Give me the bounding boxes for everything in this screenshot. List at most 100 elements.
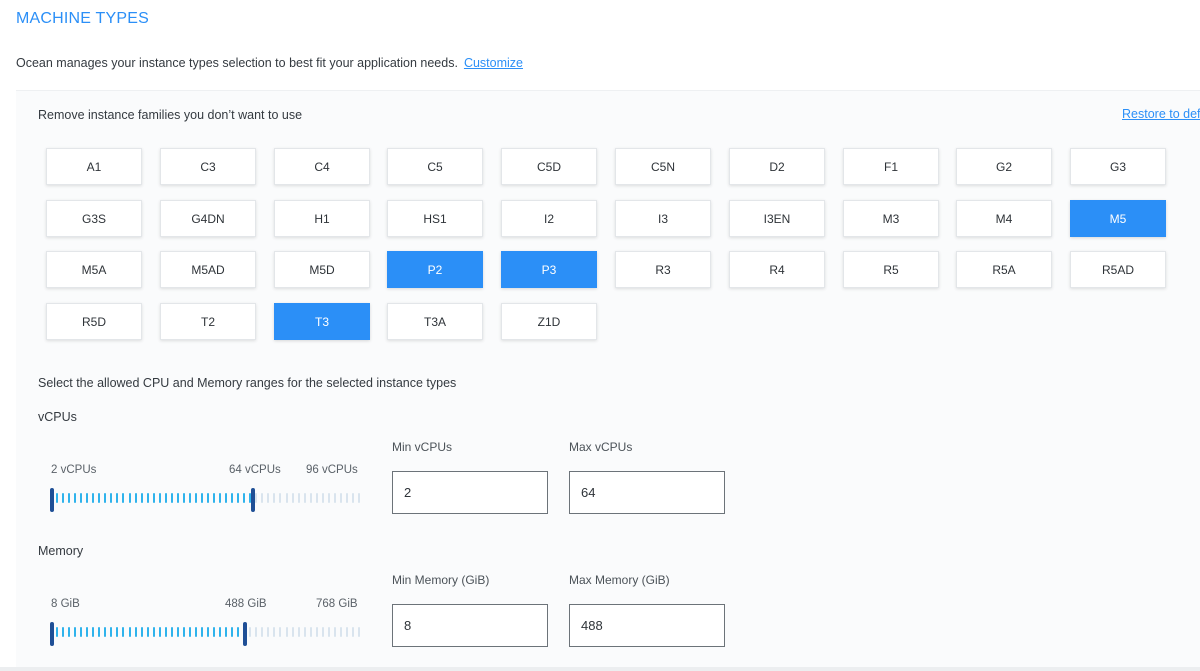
family-button-g3s[interactable]: G3S <box>46 200 142 237</box>
family-button-a1[interactable]: A1 <box>46 148 142 185</box>
vcpu-slider-tick <box>304 493 306 503</box>
max-vcpus-input[interactable] <box>569 471 725 514</box>
vcpu-slider-tick <box>74 493 76 503</box>
family-button-m3[interactable]: M3 <box>843 200 939 237</box>
memory-slider-tick <box>310 627 312 637</box>
memory-slider-tick <box>62 627 64 637</box>
family-button-f1[interactable]: F1 <box>843 148 939 185</box>
memory-slider-tick <box>334 627 336 637</box>
family-button-m5ad[interactable]: M5AD <box>160 251 256 288</box>
vcpu-slider-tick <box>243 493 245 503</box>
family-button-p2[interactable]: P2 <box>387 251 483 288</box>
memory-slider-tick <box>122 627 124 637</box>
family-button-r5[interactable]: R5 <box>843 251 939 288</box>
family-button-i2[interactable]: I2 <box>501 200 597 237</box>
family-button-h1[interactable]: H1 <box>274 200 370 237</box>
memory-slider-tick <box>141 627 143 637</box>
vcpu-slider-tick <box>273 493 275 503</box>
memory-min-handle[interactable] <box>50 622 54 646</box>
family-button-i3en[interactable]: I3EN <box>729 200 825 237</box>
family-button-c5n[interactable]: C5N <box>615 148 711 185</box>
vcpu-slider-tick <box>62 493 64 503</box>
vcpu-slider-tick <box>322 493 324 503</box>
family-button-c4[interactable]: C4 <box>274 148 370 185</box>
family-button-t3a[interactable]: T3A <box>387 303 483 340</box>
memory-slider-tick <box>86 627 88 637</box>
max-memory-input[interactable] <box>569 604 725 647</box>
vcpu-slider-tick <box>80 493 82 503</box>
memory-range-slider[interactable]: 8 GiB 488 GiB 768 GiB <box>50 598 360 646</box>
family-button-p3[interactable]: P3 <box>501 251 597 288</box>
vcpu-slider-tick <box>261 493 263 503</box>
restore-defaults-link[interactable]: Restore to defa <box>1122 107 1200 121</box>
vcpu-slider-tick <box>286 493 288 503</box>
family-button-z1d[interactable]: Z1D <box>501 303 597 340</box>
family-button-m5[interactable]: M5 <box>1070 200 1166 237</box>
vcpu-min-handle[interactable] <box>50 488 54 512</box>
vcpu-slider-tick <box>225 493 227 503</box>
vcpu-slider-tick <box>86 493 88 503</box>
memory-slider-tick <box>207 627 209 637</box>
vcpu-range-slider[interactable]: 2 vCPUs 64 vCPUs 96 vCPUs <box>50 464 360 512</box>
family-button-c3[interactable]: C3 <box>160 148 256 185</box>
memory-slider-tick <box>92 627 94 637</box>
family-button-i3[interactable]: I3 <box>615 200 711 237</box>
memory-slider-tick <box>135 627 137 637</box>
family-button-c5[interactable]: C5 <box>387 148 483 185</box>
memory-slider-tick <box>165 627 167 637</box>
vcpu-slider-tick <box>279 493 281 503</box>
memory-slider-tick <box>328 627 330 637</box>
memory-slider-tick <box>183 627 185 637</box>
min-memory-input[interactable] <box>392 604 548 647</box>
memory-slider-tick <box>316 627 318 637</box>
vcpu-slider-tick <box>110 493 112 503</box>
vcpu-slider-tick <box>92 493 94 503</box>
vcpu-slider-tick <box>147 493 149 503</box>
min-vcpus-input[interactable] <box>392 471 548 514</box>
family-button-r5a[interactable]: R5A <box>956 251 1052 288</box>
family-button-r4[interactable]: R4 <box>729 251 825 288</box>
vcpu-slider-tick <box>358 493 360 503</box>
family-button-hs1[interactable]: HS1 <box>387 200 483 237</box>
customize-link[interactable]: Customize <box>464 56 523 70</box>
family-button-t2[interactable]: T2 <box>160 303 256 340</box>
vcpu-slider-tick <box>219 493 221 503</box>
header-area <box>0 0 1200 90</box>
vcpu-max-handle[interactable] <box>251 488 255 512</box>
family-button-g2[interactable]: G2 <box>956 148 1052 185</box>
vcpu-slider-tick <box>340 493 342 503</box>
memory-slider-tick <box>249 627 251 637</box>
memory-slider-tick <box>110 627 112 637</box>
family-button-d2[interactable]: D2 <box>729 148 825 185</box>
memory-slider-tick <box>56 627 58 637</box>
vcpu-slider-tick <box>213 493 215 503</box>
family-button-m5d[interactable]: M5D <box>274 251 370 288</box>
memory-slider-tick <box>267 627 269 637</box>
memory-max-handle[interactable] <box>243 622 247 646</box>
family-button-m5a[interactable]: M5A <box>46 251 142 288</box>
memory-slider-tick <box>292 627 294 637</box>
vcpu-slider-tick <box>165 493 167 503</box>
family-button-r5d[interactable]: R5D <box>46 303 142 340</box>
vcpu-max-tick-label: 96 vCPUs <box>306 464 358 476</box>
max-memory-label: Max Memory (GiB) <box>569 573 670 587</box>
vcpu-slider-tick <box>316 493 318 503</box>
vcpu-slider-tick <box>237 493 239 503</box>
memory-slider-tick <box>225 627 227 637</box>
memory-slider-tick <box>177 627 179 637</box>
intro-text: Ocean manages your instance types select… <box>16 56 458 70</box>
family-button-r3[interactable]: R3 <box>615 251 711 288</box>
family-button-t3[interactable]: T3 <box>274 303 370 340</box>
family-button-g3[interactable]: G3 <box>1070 148 1166 185</box>
family-button-g4dn[interactable]: G4DN <box>160 200 256 237</box>
vcpu-slider-tick <box>195 493 197 503</box>
family-button-m4[interactable]: M4 <box>956 200 1052 237</box>
vcpu-handle-tick-label: 64 vCPUs <box>229 464 281 476</box>
family-button-c5d[interactable]: C5D <box>501 148 597 185</box>
min-vcpus-label: Min vCPUs <box>392 440 453 454</box>
family-button-r5ad[interactable]: R5AD <box>1070 251 1166 288</box>
vcpu-slider-tick <box>346 493 348 503</box>
memory-min-tick-label: 8 GiB <box>51 598 80 610</box>
memory-slider-tick <box>195 627 197 637</box>
vcpu-slider-tick <box>267 493 269 503</box>
